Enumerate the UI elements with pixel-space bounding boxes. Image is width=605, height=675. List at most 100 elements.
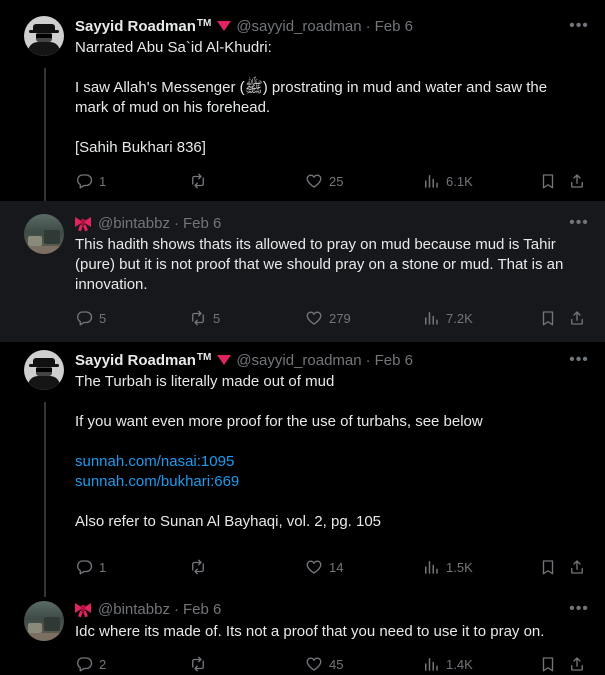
bookmark-icon <box>539 309 561 327</box>
views-button[interactable]: 6.1K <box>422 171 473 191</box>
bookmark-icon <box>539 558 561 576</box>
separator: · <box>173 600 179 618</box>
link[interactable]: sunnah.com/nasai:1095 <box>75 452 585 472</box>
link[interactable]: sunnah.com/bukhari:669 <box>75 472 585 492</box>
like-count: 14 <box>329 559 344 575</box>
retweet-button[interactable]: 5 <box>189 308 220 328</box>
tweet[interactable]: @bintabbz · Feb 6 ••• Idc where its made… <box>0 593 605 675</box>
share-button[interactable] <box>568 171 590 191</box>
views-count: 1.4K <box>446 656 473 672</box>
text-line: Idc where its made of. Its not a proof t… <box>75 623 545 640</box>
retweet-button[interactable] <box>189 557 213 577</box>
tweet-header: Sayyid RoadmanTM @sayyid_roadman · Feb 6 <box>75 350 413 370</box>
views-icon <box>422 309 444 327</box>
handle[interactable]: @sayyid_roadman <box>236 18 361 35</box>
reply-button[interactable]: 1 <box>75 171 106 191</box>
bookmark-button[interactable] <box>539 308 561 328</box>
avatar[interactable] <box>24 16 64 56</box>
ribbon-bow-icon <box>75 602 91 618</box>
heart-icon <box>305 558 327 576</box>
action-bar: 2 45 1.4K <box>75 654 590 674</box>
views-count: 6.1K <box>446 173 473 189</box>
retweet-count: 5 <box>213 310 221 326</box>
more-icon[interactable]: ••• <box>566 213 592 233</box>
avatar[interactable] <box>24 350 64 390</box>
heart-icon <box>305 172 327 190</box>
views-icon <box>422 172 444 190</box>
flag-icon <box>217 21 232 31</box>
separator: · <box>173 214 179 232</box>
timestamp[interactable]: Feb 6 <box>183 601 221 618</box>
text-line: This hadith shows thats its allowed to p… <box>75 236 556 253</box>
like-count: 279 <box>329 310 351 326</box>
bookmark-icon <box>539 172 561 190</box>
more-icon[interactable]: ••• <box>566 16 592 36</box>
reply-count: 1 <box>99 173 107 189</box>
action-bar: 5 5 279 7.2K <box>75 308 590 328</box>
text-line <box>75 58 585 78</box>
text-line: I saw Allah's Messenger (ﷺ) prostrating … <box>75 79 548 96</box>
more-icon[interactable]: ••• <box>566 350 592 370</box>
like-button[interactable]: 14 <box>305 557 343 577</box>
retweet-icon <box>189 655 211 673</box>
action-bar: 1 14 1.5K <box>75 557 590 577</box>
bookmark-button[interactable] <box>539 654 561 674</box>
like-button[interactable]: 25 <box>305 171 343 191</box>
reply-icon <box>75 172 97 190</box>
views-count: 1.5K <box>446 559 473 575</box>
like-count: 45 <box>329 656 344 672</box>
bookmark-button[interactable] <box>539 171 561 191</box>
share-icon <box>568 172 590 190</box>
views-button[interactable]: 1.4K <box>422 654 473 674</box>
tweet-header: Sayyid RoadmanTM @sayyid_roadman · Feb 6 <box>75 16 413 36</box>
like-button[interactable]: 45 <box>305 654 343 674</box>
reply-button[interactable]: 5 <box>75 308 106 328</box>
like-button[interactable]: 279 <box>305 308 351 328</box>
timestamp[interactable]: Feb 6 <box>183 215 221 232</box>
text-line: [Sahih Bukhari 836] <box>75 139 206 156</box>
share-button[interactable] <box>568 308 590 328</box>
handle[interactable]: @sayyid_roadman <box>236 352 361 369</box>
share-icon <box>568 655 590 673</box>
reply-count: 1 <box>99 559 107 575</box>
avatar[interactable] <box>24 214 64 254</box>
share-button[interactable] <box>568 654 590 674</box>
flag-icon <box>217 355 232 365</box>
timestamp[interactable]: Feb 6 <box>375 18 413 35</box>
display-name[interactable]: Sayyid RoadmanTM <box>75 352 211 369</box>
views-button[interactable]: 1.5K <box>422 557 473 577</box>
text-line: Narrated Abu Sa`id Al-Khudri: <box>75 39 272 56</box>
reply-button[interactable]: 2 <box>75 654 106 674</box>
retweet-icon <box>189 558 211 576</box>
text-line <box>75 432 585 452</box>
text-line: If you want even more proof for the use … <box>75 413 483 430</box>
text-line: mark of mud on his forehead. <box>75 99 271 116</box>
tweet-header: @bintabbz · Feb 6 <box>75 599 221 619</box>
tweet[interactable]: Sayyid RoadmanTM @sayyid_roadman · Feb 6… <box>0 342 605 593</box>
tweet[interactable]: @bintabbz · Feb 6 ••• This hadith shows … <box>0 201 605 342</box>
share-icon <box>568 309 590 327</box>
more-icon[interactable]: ••• <box>566 599 592 619</box>
avatar[interactable] <box>24 601 64 641</box>
retweet-button[interactable] <box>189 171 213 191</box>
handle[interactable]: @bintabbz <box>98 215 170 232</box>
tweet-text: This hadith shows thats its allowed to p… <box>75 235 585 295</box>
handle[interactable]: @bintabbz <box>98 601 170 618</box>
share-icon <box>568 558 590 576</box>
bookmark-button[interactable] <box>539 557 561 577</box>
views-icon <box>422 558 444 576</box>
ribbon-bow-icon <box>75 216 91 232</box>
retweet-button[interactable] <box>189 654 213 674</box>
reply-button[interactable]: 1 <box>75 557 106 577</box>
display-name[interactable]: Sayyid RoadmanTM <box>75 18 211 35</box>
text-line: (pure) but it is not proof that we shoul… <box>75 256 564 273</box>
timestamp[interactable]: Feb 6 <box>375 352 413 369</box>
text-line <box>75 492 585 512</box>
like-count: 25 <box>329 173 344 189</box>
views-button[interactable]: 7.2K <box>422 308 473 328</box>
reply-count: 2 <box>99 656 107 672</box>
reply-icon <box>75 558 97 576</box>
views-icon <box>422 655 444 673</box>
share-button[interactable] <box>568 557 590 577</box>
tweet[interactable]: Sayyid RoadmanTM @sayyid_roadman · Feb 6… <box>0 0 605 201</box>
